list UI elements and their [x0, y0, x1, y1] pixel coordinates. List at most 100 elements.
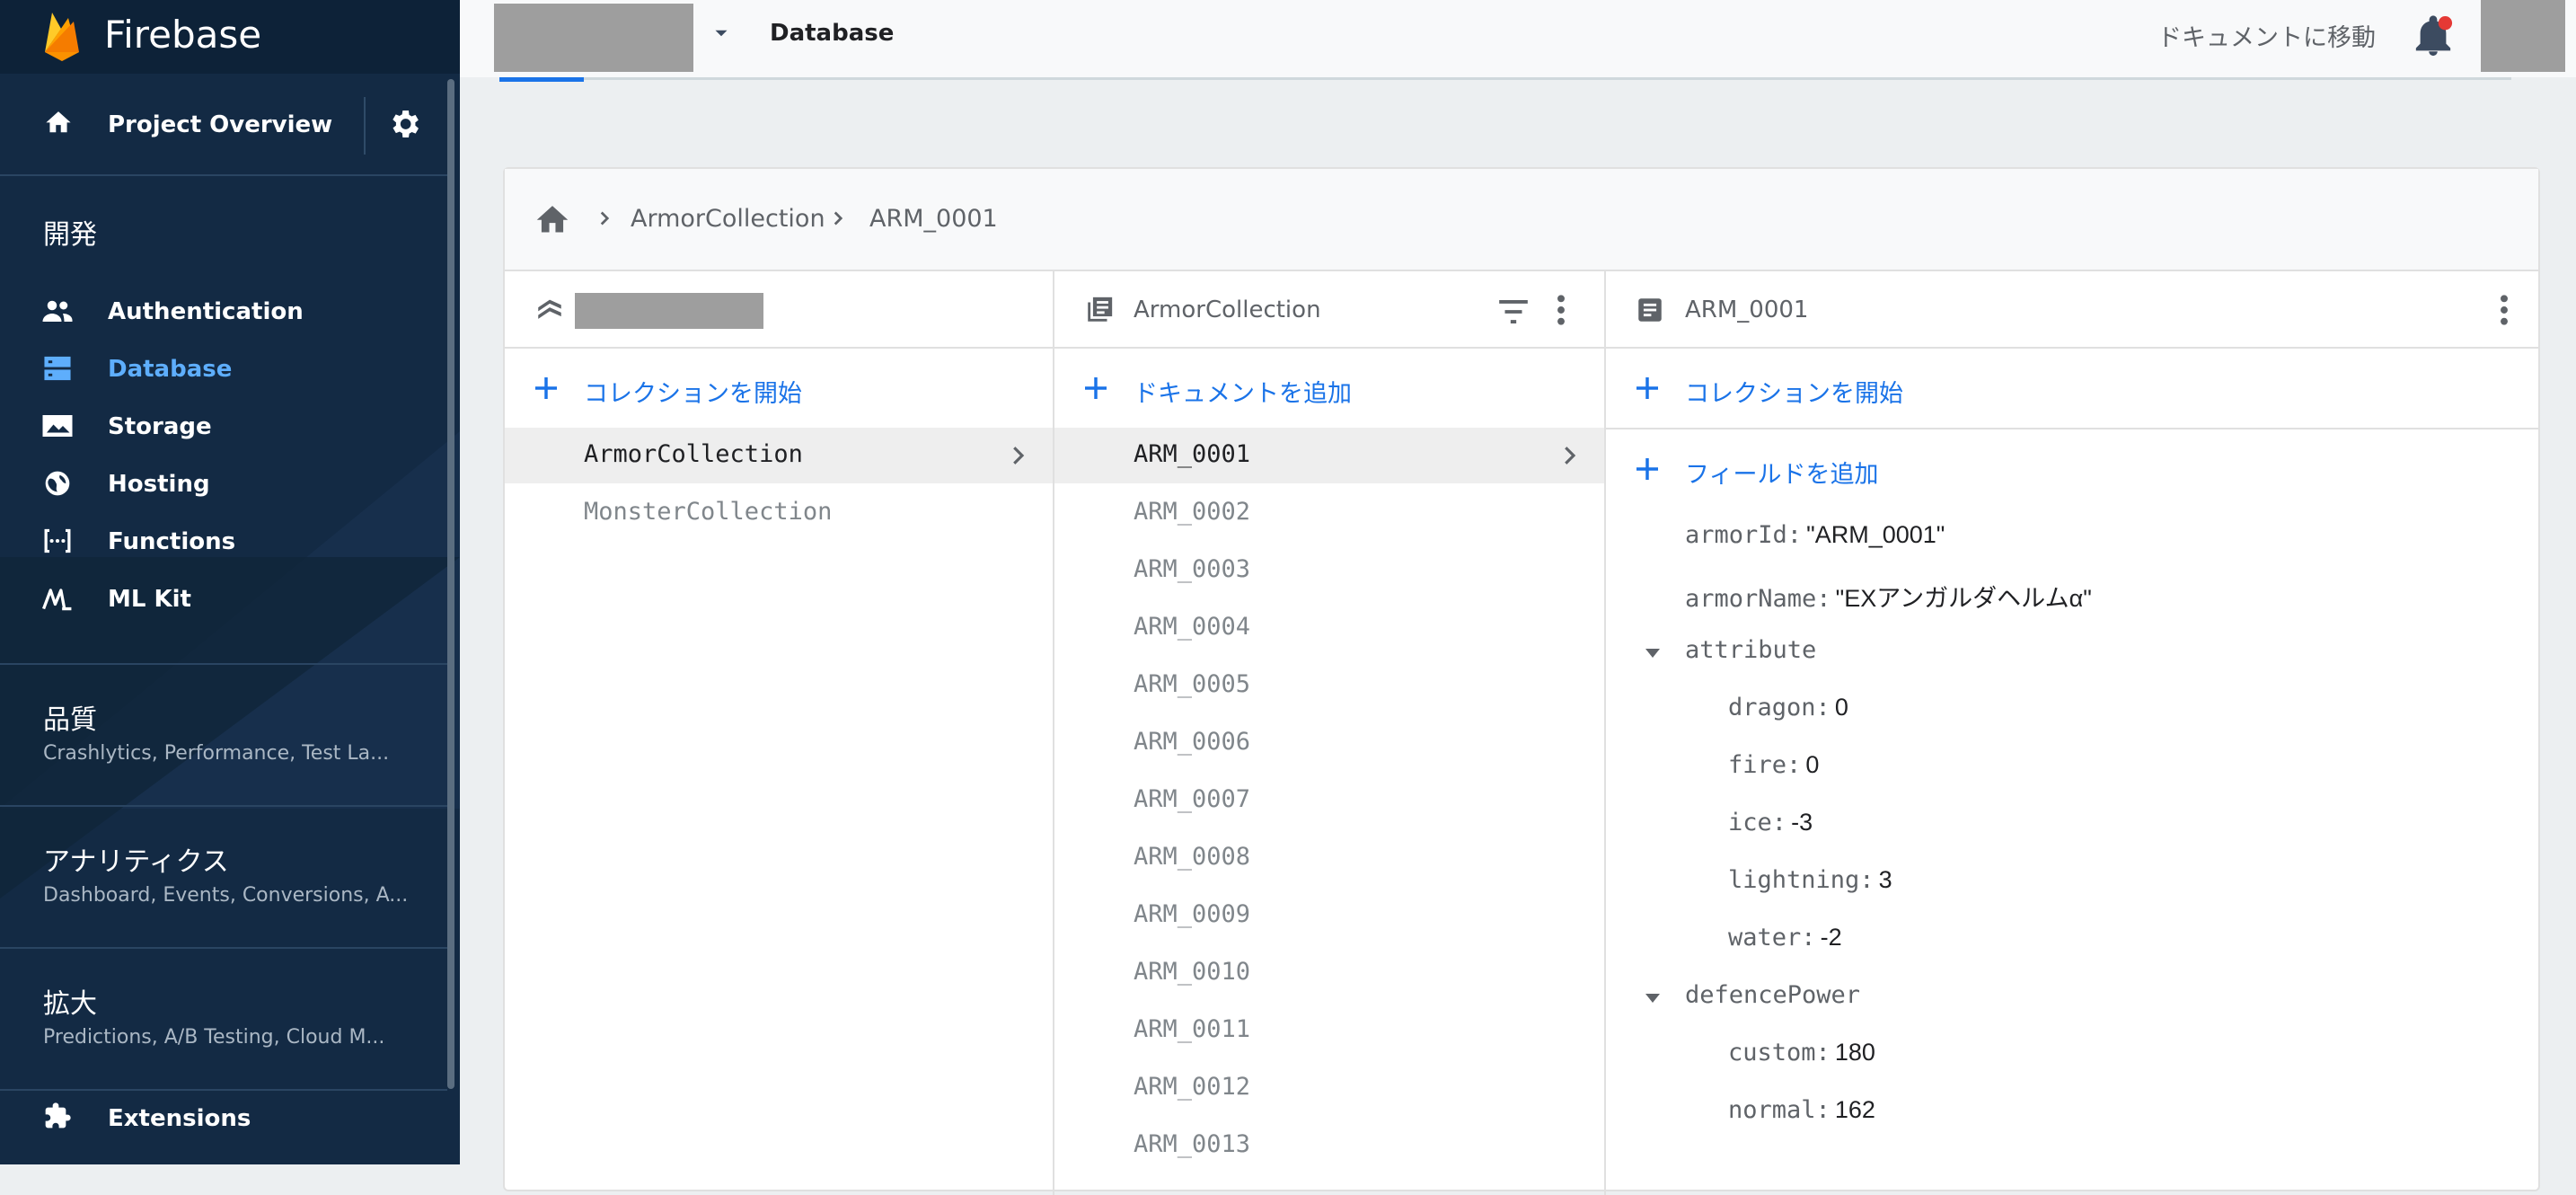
- field-row[interactable]: armorId: "ARM_0001": [1606, 509, 2540, 564]
- document-id: ARM_0002: [1134, 498, 1251, 526]
- project-selector[interactable]: [494, 4, 693, 72]
- field-row[interactable]: ice: -3: [1606, 796, 2540, 852]
- breadcrumb-item[interactable]: ArmorCollection: [631, 205, 825, 233]
- home-icon: [46, 111, 71, 133]
- divider: [0, 805, 447, 807]
- database-icon: [44, 356, 71, 381]
- expand-arrow-icon[interactable]: [1642, 645, 1663, 661]
- collection-title: ArmorCollection: [1134, 297, 1321, 323]
- field-row[interactable]: custom: 180: [1606, 1026, 2540, 1082]
- field-row[interactable]: fire: 0: [1606, 739, 2540, 794]
- field-row-map[interactable]: defencePower: [1606, 969, 2540, 1024]
- field-key: armorId:: [1685, 521, 1803, 549]
- project-overview-link[interactable]: Project Overview: [0, 74, 447, 174]
- field-row[interactable]: lightning: 3: [1606, 854, 2540, 909]
- sidebar-item-label: Functions: [108, 528, 236, 555]
- add-document-button[interactable]: ドキュメントを追加: [1054, 349, 1604, 428]
- dropdown-arrow-icon[interactable]: [710, 22, 733, 45]
- divider: [0, 174, 447, 176]
- sidebar-item-database[interactable]: Database: [0, 341, 447, 395]
- grow-group-title: 拡大: [43, 988, 97, 1020]
- page-title: Database: [770, 20, 895, 47]
- plus-icon: [535, 377, 557, 399]
- document-id: ARM_0011: [1134, 1015, 1251, 1043]
- app-name: Firebase: [104, 13, 262, 57]
- document-id: ARM_0003: [1134, 555, 1251, 583]
- field-key: water:: [1728, 924, 1816, 952]
- document-item[interactable]: ARM_0004: [1054, 600, 1604, 656]
- field-value: 0: [1805, 751, 1820, 778]
- add-field-label: フィールドを追加: [1685, 461, 1879, 489]
- sidebar-item-hosting[interactable]: Hosting: [0, 456, 447, 510]
- quality-group-title: 品質: [43, 704, 97, 736]
- globe-icon: [45, 471, 70, 496]
- people-icon: [42, 300, 73, 322]
- brand-header[interactable]: Firebase: [0, 0, 460, 74]
- start-subcollection-button[interactable]: コレクションを開始: [1606, 349, 2540, 429]
- avatar[interactable]: [2481, 0, 2565, 72]
- start-collection-button[interactable]: コレクションを開始: [505, 349, 1053, 428]
- field-row[interactable]: armorName: "EXアンガルダヘルムα": [1606, 566, 2540, 622]
- document-item[interactable]: ARM_0010: [1054, 945, 1604, 1001]
- document-item[interactable]: ARM_0005: [1054, 658, 1604, 713]
- divider: [0, 663, 447, 665]
- field-value: -2: [1820, 924, 1842, 951]
- field-row-map[interactable]: attribute: [1606, 624, 2540, 679]
- add-field-button[interactable]: フィールドを追加: [1606, 429, 2540, 509]
- document-item[interactable]: ARM_0001: [1054, 428, 1604, 483]
- home-icon[interactable]: [534, 201, 571, 235]
- document-item[interactable]: ARM_0006: [1054, 715, 1604, 771]
- sidebar-item-label: ML Kit: [108, 586, 191, 613]
- analytics-group-subtitle: Dashboard, Events, Conversions, A...: [43, 884, 409, 907]
- breadcrumb-item[interactable]: ARM_0001: [869, 205, 998, 233]
- tab-bar-divider: [499, 77, 2511, 80]
- collection-item[interactable]: MonsterCollection: [505, 485, 1053, 541]
- chevron-right-icon: [834, 211, 843, 226]
- document-item[interactable]: ARM_0008: [1054, 830, 1604, 886]
- document-item[interactable]: ARM_0011: [1054, 1003, 1604, 1058]
- document-id: ARM_0012: [1134, 1073, 1251, 1101]
- docs-link[interactable]: ドキュメントに移動: [2157, 18, 2376, 53]
- field-row[interactable]: normal: 162: [1606, 1084, 2540, 1139]
- sidebar-item-extensions[interactable]: Extensions: [0, 1091, 447, 1150]
- document-item[interactable]: ARM_0007: [1054, 773, 1604, 828]
- firestore-icon: [538, 299, 561, 319]
- document-icon: [1638, 298, 1662, 322]
- field-key: lightning:: [1728, 866, 1875, 894]
- chevron-right-icon: [600, 211, 610, 226]
- collection-item[interactable]: ArmorCollection: [505, 428, 1053, 483]
- more-vert-icon[interactable]: [1554, 293, 1568, 327]
- sidebar-item-ml-kit[interactable]: ML Kit: [0, 571, 447, 625]
- notification-bell-icon[interactable]: [2413, 14, 2454, 59]
- firebase-logo-icon: [45, 13, 79, 61]
- document-id: ARM_0005: [1134, 670, 1251, 698]
- document-item[interactable]: ARM_0002: [1054, 485, 1604, 541]
- column-header: ArmorCollection: [1054, 270, 1604, 349]
- document-id: ARM_0007: [1134, 785, 1251, 813]
- develop-group-title: 開発: [43, 219, 97, 251]
- collection-name: ArmorCollection: [584, 440, 803, 468]
- filter-icon[interactable]: [1496, 297, 1531, 327]
- gear-icon[interactable]: [386, 106, 422, 142]
- sidebar-item-storage[interactable]: Storage: [0, 399, 447, 453]
- field-value: 180: [1834, 1039, 1875, 1066]
- sidebar-scrollbar[interactable]: [447, 79, 454, 1089]
- document-item[interactable]: ARM_0013: [1054, 1118, 1604, 1173]
- field-row[interactable]: dragon: 0: [1606, 681, 2540, 737]
- root-column: コレクションを開始 ArmorCollection MonsterCollect…: [505, 270, 1054, 1195]
- document-id: ARM_0008: [1134, 843, 1251, 871]
- divider: [364, 97, 366, 155]
- sidebar-item-functions[interactable]: Functions: [0, 514, 447, 568]
- sidebar-item-authentication[interactable]: Authentication: [0, 284, 447, 338]
- expand-arrow-icon[interactable]: [1642, 990, 1663, 1006]
- document-item[interactable]: ARM_0003: [1054, 543, 1604, 598]
- document-item[interactable]: ARM_0009: [1054, 888, 1604, 943]
- field-row[interactable]: water: -2: [1606, 911, 2540, 967]
- more-vert-icon[interactable]: [2497, 293, 2511, 327]
- document-item[interactable]: ARM_0012: [1054, 1060, 1604, 1116]
- sidebar-item-label: Extensions: [108, 1105, 251, 1132]
- grow-group-subtitle: Predictions, A/B Testing, Cloud M...: [43, 1026, 385, 1049]
- sidebar-item-label: Storage: [108, 413, 212, 440]
- sidebar-item-label: Authentication: [108, 298, 304, 325]
- analytics-group-title: アナリティクス: [43, 846, 229, 878]
